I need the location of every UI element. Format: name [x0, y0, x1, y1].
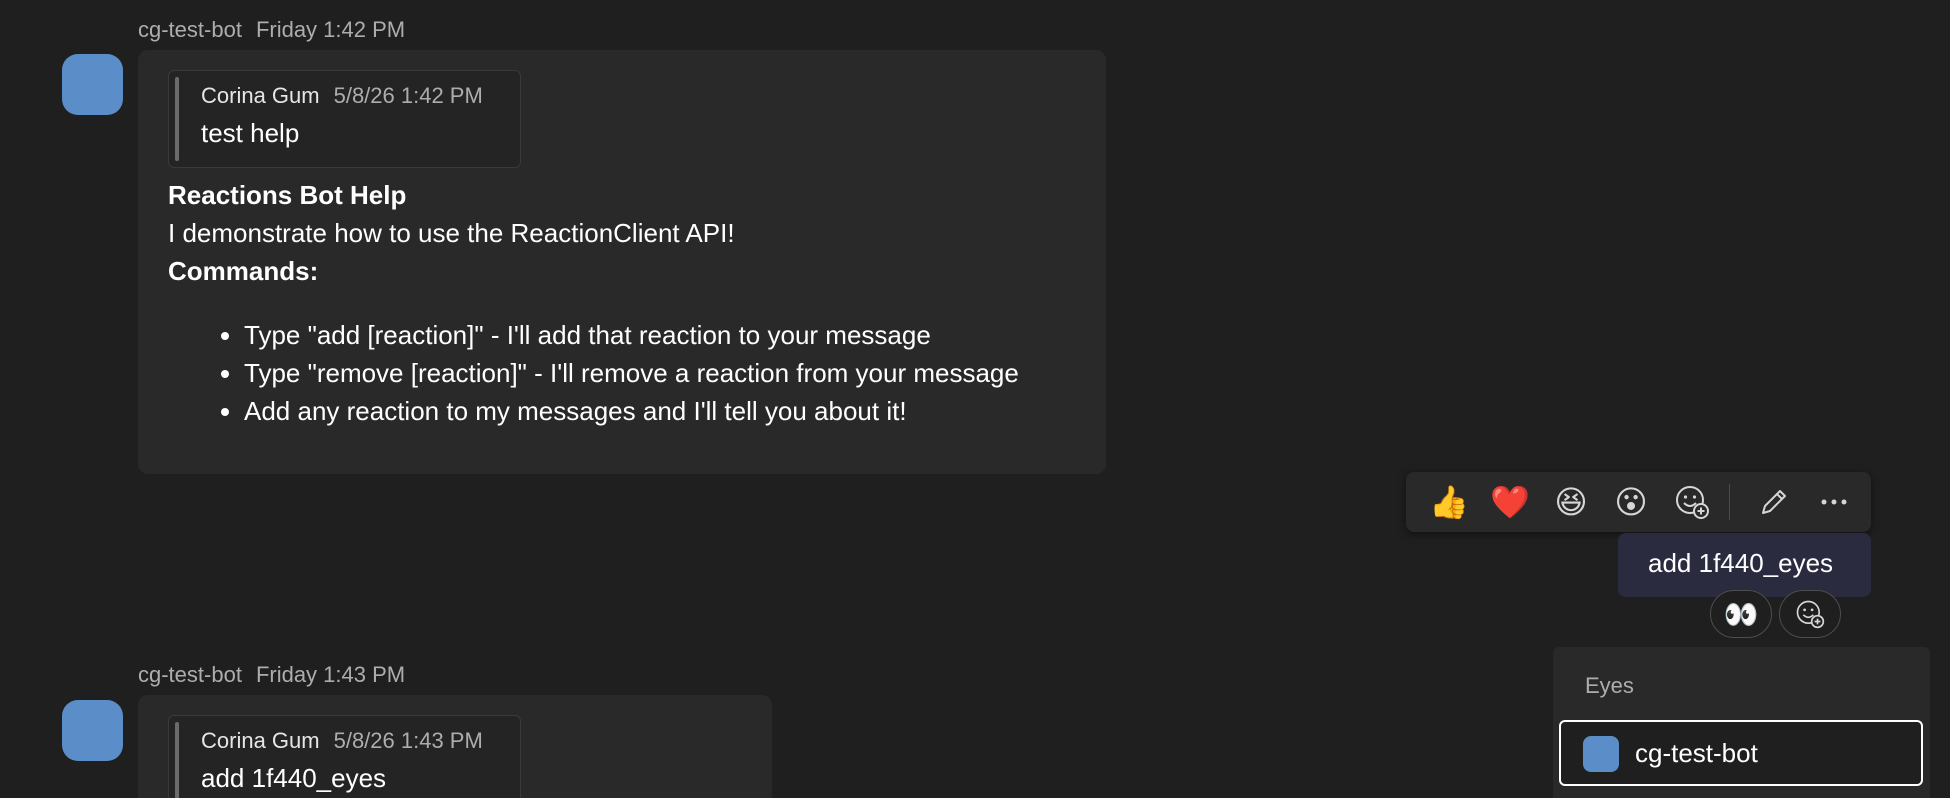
quoted-message[interactable]: Corina Gum 5/8/26 1:42 PM test help: [168, 70, 521, 168]
quote-meta: Corina Gum 5/8/26 1:43 PM: [201, 728, 483, 754]
message-time: Friday 1:42 PM: [255, 17, 406, 42]
list-item: Type "remove [reaction]" - I'll remove a…: [244, 354, 1019, 392]
quoted-message[interactable]: Corina Gum 5/8/26 1:43 PM add 1f440_eyes: [168, 715, 521, 798]
message-header: cg-test-bot Friday 1:42 PM: [138, 17, 405, 43]
add-reaction-pill[interactable]: [1779, 590, 1841, 638]
list-item: Add any reaction to my messages and I'll…: [244, 392, 1019, 430]
message-bubble: Corina Gum 5/8/26 1:42 PM test help React…: [138, 50, 1106, 474]
quote-text: test help: [201, 118, 300, 148]
user-name: cg-test-bot: [1635, 738, 1758, 768]
eyes-reaction-pill[interactable]: 👀: [1710, 590, 1772, 638]
user-avatar: [1583, 736, 1619, 772]
add-reaction-icon: [1796, 600, 1825, 629]
own-message-text: add 1f440_eyes: [1648, 548, 1834, 578]
reaction-user-item[interactable]: cg-test-bot: [1559, 720, 1923, 786]
own-message-bubble[interactable]: add 1f440_eyes: [1618, 533, 1871, 597]
commands-heading: Commands:: [168, 256, 319, 286]
pencil-icon: [1762, 490, 1786, 514]
toolbar-divider: [1729, 484, 1730, 520]
edit-button[interactable]: [1744, 472, 1804, 532]
chat-view: cg-test-bot Friday 1:42 PM Corina Gum 5/8/…: [0, 0, 1950, 798]
message-bubble: Corina Gum 5/8/26 1:43 PM add 1f440_eyes: [138, 695, 772, 798]
surprised-icon: 😮: [1614, 484, 1648, 520]
quote-time: 5/8/26 1:42 PM: [333, 83, 483, 108]
heart-icon: ❤️: [1490, 484, 1530, 520]
more-options-icon: [1821, 499, 1847, 505]
thumbs-up-reaction-button[interactable]: 👍: [1419, 472, 1479, 532]
laugh-icon: 😆: [1554, 484, 1588, 520]
add-reaction-button[interactable]: [1662, 472, 1722, 532]
message-header: cg-test-bot Friday 1:43 PM: [138, 662, 405, 688]
sender-name: cg-test-bot: [138, 17, 242, 42]
message-time: Friday 1:43 PM: [255, 662, 406, 687]
surprised-reaction-button[interactable]: 😮: [1601, 472, 1661, 532]
more-options-button[interactable]: [1804, 472, 1864, 532]
quote-text: add 1f440_eyes: [201, 763, 387, 793]
laugh-reaction-button[interactable]: 😆: [1541, 472, 1601, 532]
help-title: Reactions Bot Help: [168, 180, 407, 210]
eyes-icon: 👀: [1723, 598, 1759, 630]
popup-title: Eyes: [1585, 673, 1634, 698]
add-reaction-icon: [1676, 486, 1709, 519]
heart-reaction-button[interactable]: ❤️: [1480, 472, 1540, 532]
list-item: Type "add [reaction]" - I'll add that re…: [244, 316, 1019, 354]
commands-list: Type "add [reaction]" - I'll add that re…: [168, 316, 1019, 430]
help-intro: I demonstrate how to use the ReactionCli…: [168, 218, 735, 248]
quote-meta: Corina Gum 5/8/26 1:42 PM: [201, 83, 483, 109]
reaction-users-popup: Eyes cg-test-bot: [1553, 647, 1930, 798]
message-actions-toolbar: 👍 ❤️ 😆 😮: [1406, 472, 1871, 532]
quote-time: 5/8/26 1:43 PM: [333, 728, 483, 753]
quote-author: Corina Gum: [201, 728, 320, 753]
sender-name: cg-test-bot: [138, 662, 242, 687]
bot-avatar[interactable]: [62, 700, 123, 761]
bot-avatar[interactable]: [62, 54, 123, 115]
thumbs-up-icon: 👍: [1429, 484, 1469, 520]
quote-author: Corina Gum: [201, 83, 320, 108]
